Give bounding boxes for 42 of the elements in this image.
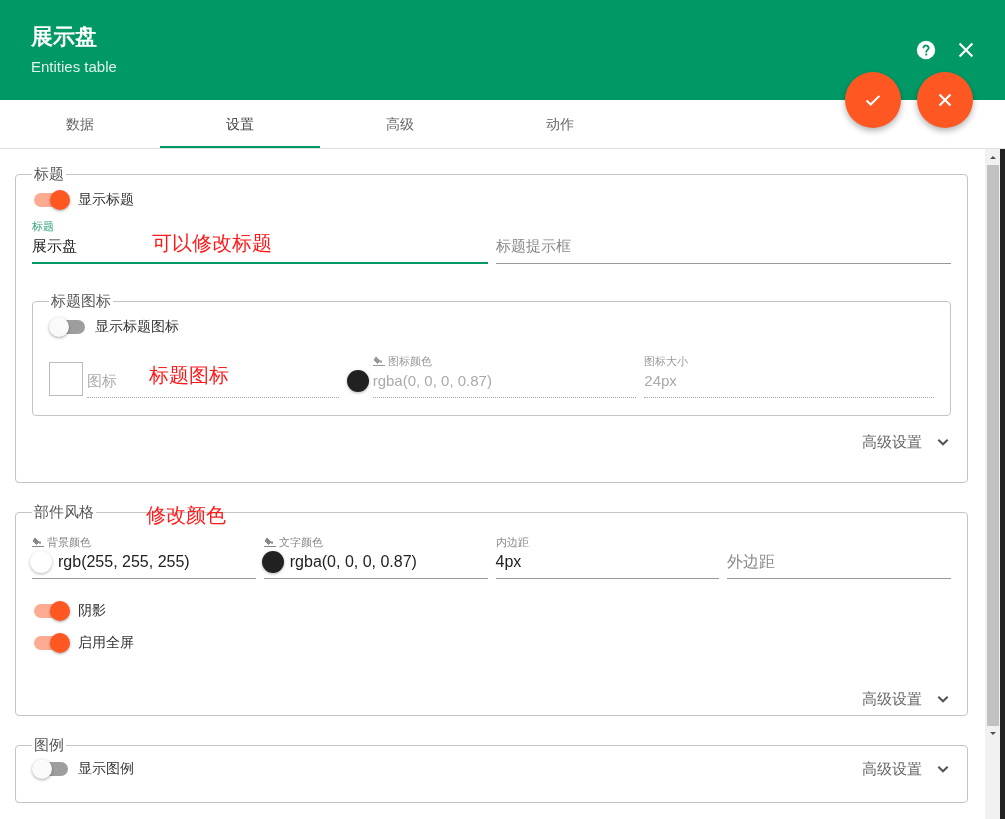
color-swatch[interactable] [261,551,284,573]
toggle-switch[interactable] [34,762,68,776]
section-legend: 标题图标 [49,292,113,311]
scrollbar[interactable] [985,149,1000,819]
section-legend: 图例 [32,736,66,755]
toggle-label: 启用全屏 [78,634,134,652]
dialog-title: 展示盘 [31,23,98,51]
paint-bucket-icon [32,536,44,548]
section-legend: 部件风格 [32,503,96,522]
annotation-text: 可以修改标题 [152,231,272,256]
toggle-switch[interactable] [34,636,68,650]
confirm-button[interactable] [845,72,901,128]
field-label: 文字颜色 [278,535,323,550]
field-label: 背景颜色 [47,535,91,550]
toggle-label: 显示标题 [78,191,134,209]
tab[interactable]: 设置 [160,100,320,148]
tab[interactable]: 动作 [480,100,640,148]
cancel-button[interactable] [917,72,973,128]
field-label: 图标颜色 [387,354,432,369]
tooltip-field[interactable]: 标题提示框 [495,218,951,264]
color-field[interactable]: 文字颜色 rgba(0, 0, 0, 0.87) [263,534,488,579]
tab[interactable]: 高级 [320,100,480,148]
toggle-label: 显示标题图标 [95,318,179,336]
text-field[interactable]: 外边距 [727,534,951,579]
paint-bucket-icon [263,536,276,548]
color-swatch[interactable] [30,551,52,573]
tab[interactable]: 数据 [0,100,160,148]
section-legend: 标题 [32,165,66,184]
dialog-subtitle: Entities table [31,58,118,75]
toggle-label: 阴影 [78,602,106,620]
help-icon[interactable] [915,39,937,61]
annotation-text: 标题图标 [149,363,229,388]
color-field[interactable]: 背景颜色 rgb(255, 255, 255) [32,534,256,579]
advanced-settings-toggle[interactable]: 高级设置 [862,689,922,709]
toggle-switch[interactable] [34,193,68,207]
advanced-settings-toggle[interactable]: 高级设置 [862,432,922,452]
paint-bucket-icon [372,355,385,367]
toggle-switch[interactable] [34,604,68,618]
text-field[interactable]: 内边距 4px [495,534,720,579]
annotation-text: 修改颜色 [146,503,226,528]
advanced-settings-toggle[interactable]: 高级设置 [862,759,922,779]
toggle-label: 显示图例 [78,760,134,778]
